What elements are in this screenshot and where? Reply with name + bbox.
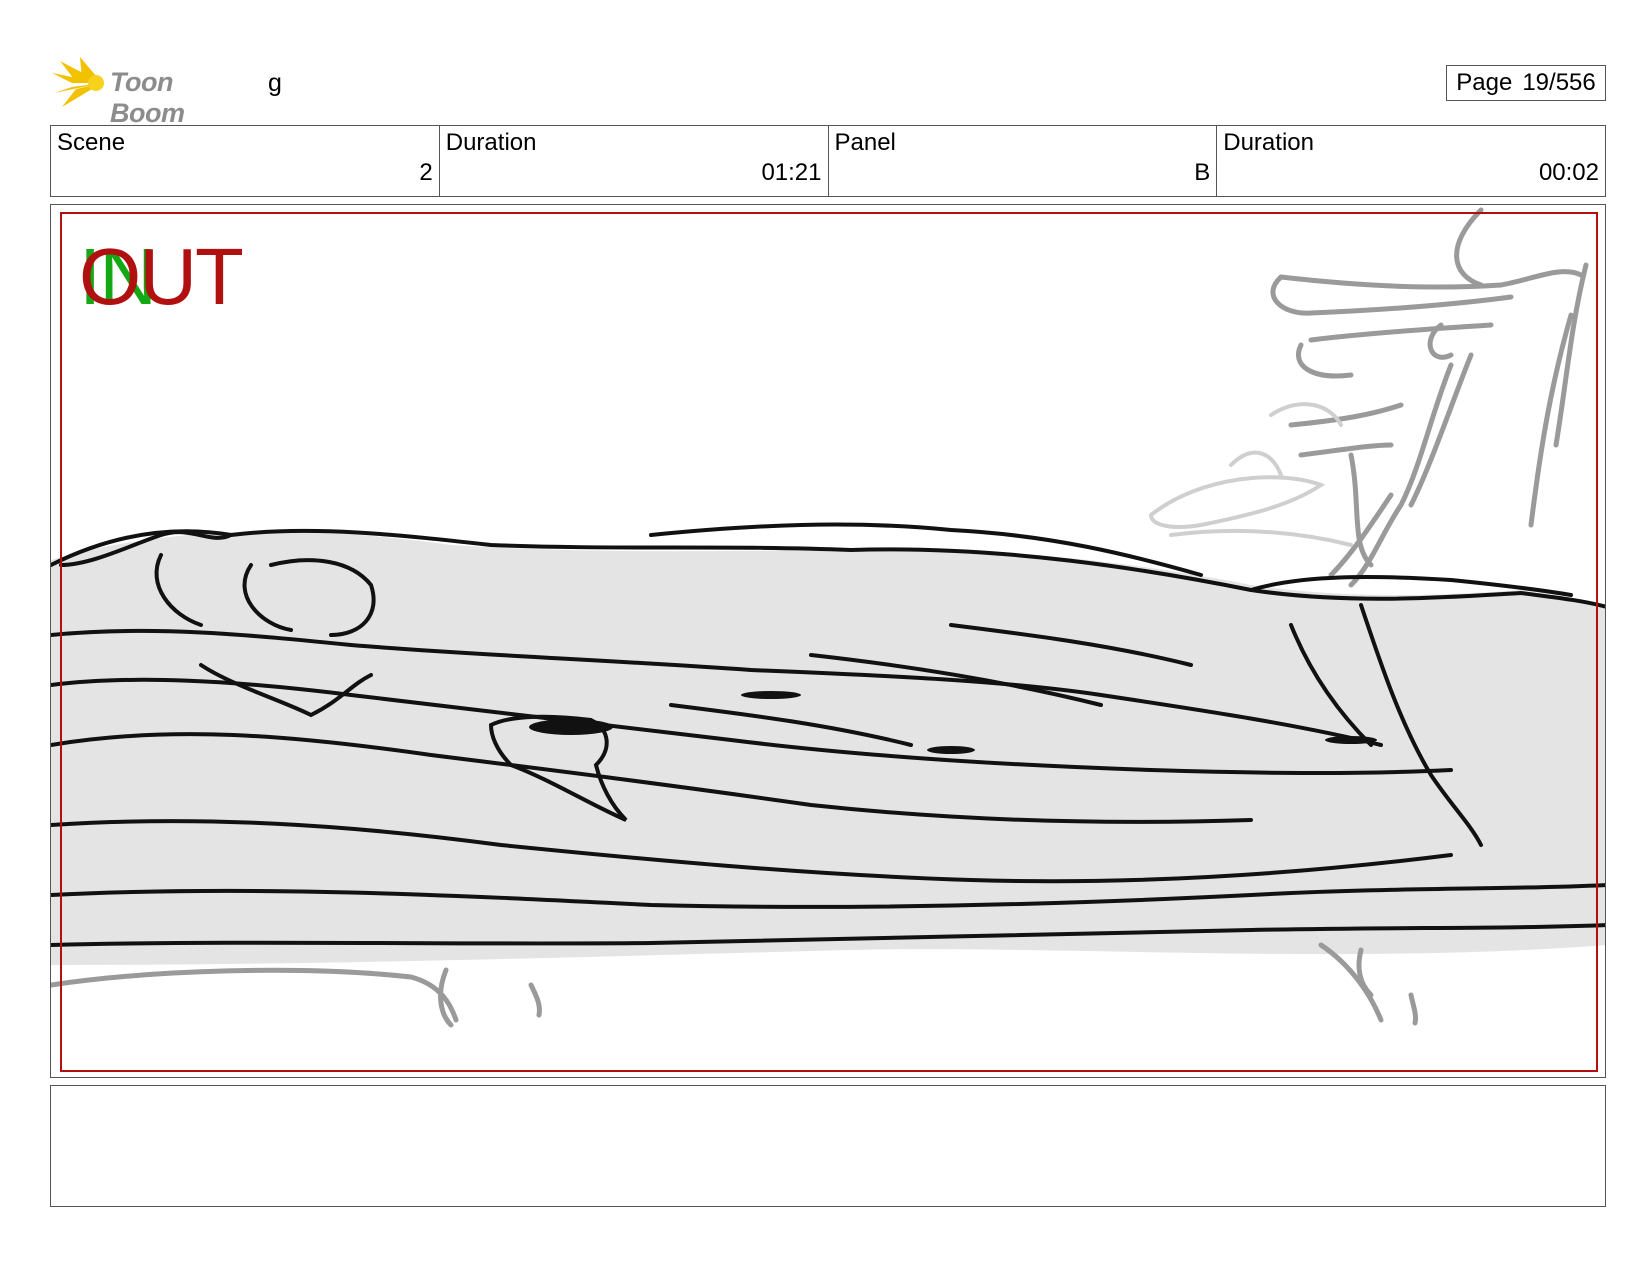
panel-sketch [51,207,1605,1072]
storyboard-panel-image: IN OUT [50,204,1606,1078]
panel-notes-box[interactable] [50,1085,1606,1207]
out-marker: OUT [79,232,244,321]
panel-info-row: Scene 2 Duration 01:21 Panel B Duration … [50,125,1606,197]
panel-duration-value: 00:02 [1538,159,1599,186]
page-number: 19/556 [1522,69,1596,96]
scene-label: Scene [57,129,126,156]
panel-duration-cell: Duration 00:02 [1217,126,1605,196]
background-figure-sketch [1270,207,1589,588]
project-name: g [268,69,282,97]
scene-value: 2 [419,159,433,186]
faint-sketch-lines [1149,402,1353,547]
logo-wordmark: Toon Boom [110,67,185,128]
toon-boom-logo: Toon Boom [50,55,250,128]
scene-cell: Scene 2 [51,126,440,196]
page-header: Toon Boom g Page 19/556 [50,55,1610,128]
in-out-markers: IN OUT [79,237,279,327]
panel-duration-label: Duration [1223,129,1314,156]
starburst-icon [52,57,104,107]
panel-label: Panel [834,129,896,156]
scene-duration-label: Duration [445,129,537,156]
page-indicator: Page 19/556 [1446,65,1606,101]
scene-duration-value: 01:21 [761,159,822,186]
panel-cell: Panel B [829,126,1218,196]
blanket-fill [51,531,1605,965]
panel-value: B [1194,159,1211,186]
scene-duration-cell: Duration 01:21 [440,126,829,196]
page-label: Page [1456,69,1513,96]
